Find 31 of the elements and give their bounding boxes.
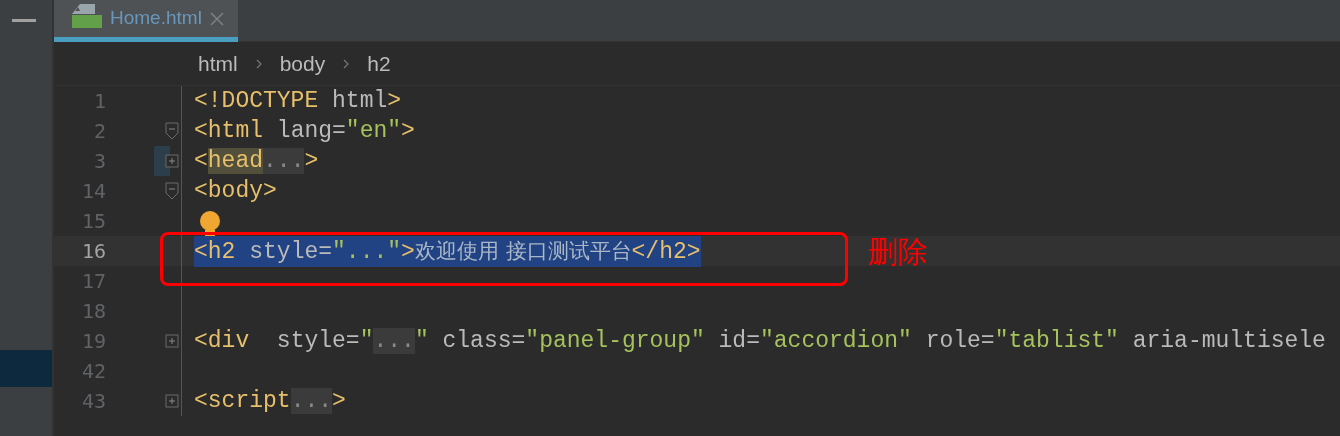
sidebar-highlight — [0, 350, 52, 387]
line-number: 3 — [92, 148, 106, 175]
code-line: <div style="..." class="panel-group" id="accordion" role="tablist" aria-multisele — [194, 327, 1326, 356]
annotation-label: 删除 — [868, 234, 928, 270]
line-number: 42 — [80, 358, 106, 385]
line-number: 18 — [80, 298, 106, 325]
breadcrumb-item[interactable]: html — [198, 47, 238, 80]
line-number: 16 — [80, 238, 106, 265]
code-line: <script...> — [194, 387, 346, 416]
code-line: <html lang="en"> — [194, 117, 415, 146]
breadcrumb-item[interactable]: body — [279, 47, 326, 80]
fold-icon[interactable] — [164, 182, 179, 200]
lightbulb-icon[interactable] — [199, 211, 221, 236]
line-number: 2 — [92, 118, 106, 145]
chevron-icon — [343, 58, 350, 69]
code-line: <body> — [194, 177, 277, 206]
breadcrumb-item[interactable]: h2 — [367, 47, 391, 80]
line-number: 14 — [80, 178, 106, 205]
expand-icon[interactable] — [164, 334, 179, 348]
expand-icon[interactable] — [164, 394, 179, 408]
line-number: 17 — [80, 268, 106, 295]
chevron-icon — [255, 58, 262, 69]
fold-icon[interactable] — [164, 122, 179, 140]
close-icon[interactable] — [209, 11, 224, 26]
code-line: <head...> — [194, 147, 319, 176]
line-number: 1 — [92, 88, 106, 115]
expand-icon[interactable] — [164, 154, 179, 168]
line-number: 43 — [80, 388, 106, 415]
code-line: <!DOCTYPE html> — [194, 87, 402, 116]
line-number: 15 — [80, 208, 106, 235]
line-number: 19 — [80, 328, 106, 355]
